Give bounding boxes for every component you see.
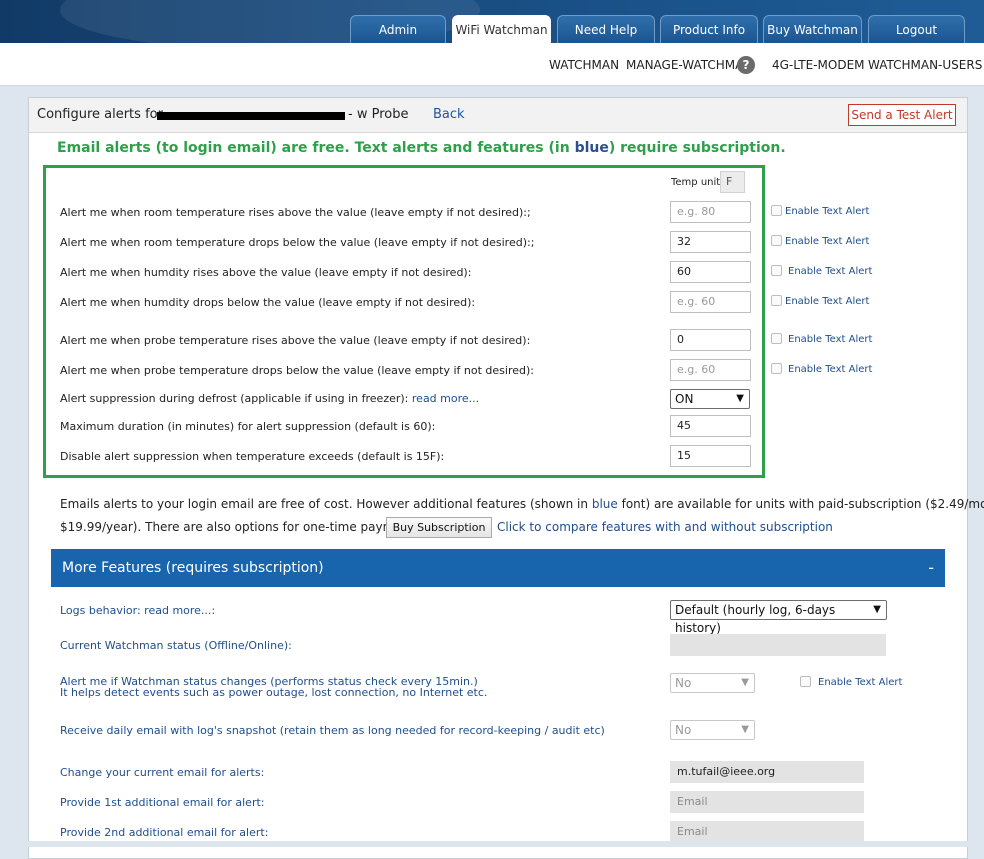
subnav-4g-lte-modem[interactable]: 4G-LTE-MODEM: [772, 58, 865, 72]
tab-product-info[interactable]: Product Info: [660, 15, 758, 43]
compare-features-link[interactable]: Click to compare features with and witho…: [497, 520, 833, 534]
info-line-2: $19.99/year). There are also options for…: [60, 520, 418, 534]
subnav-watchman[interactable]: WATCHMAN: [549, 58, 619, 72]
page-bottom-edge: [0, 841, 984, 847]
redacted-device-name: [157, 112, 345, 120]
more-features-header[interactable]: More Features (requires subscription) -: [51, 549, 945, 587]
back-link[interactable]: Back: [433, 107, 465, 122]
status-change-label-2: It helps detect events such as power out…: [60, 686, 488, 699]
enable-text-alert-label-5: Enable Text Alert: [788, 334, 873, 345]
notice-text-2: ) require subscription.: [608, 140, 786, 156]
info-text-1a: Emails alerts to your login email are fr…: [60, 497, 592, 511]
logs-label-text: Logs behavior:: [60, 604, 141, 617]
alert-label-probe-above: Alert me when probe temperature rises ab…: [60, 334, 531, 347]
enable-text-alert-label-2: Enable Text Alert: [785, 236, 870, 247]
collapse-icon[interactable]: -: [928, 558, 934, 577]
max-duration-label: Maximum duration (in minutes) for alert …: [60, 420, 436, 433]
temp-unit-field[interactable]: F: [720, 171, 745, 193]
defrost-selected-value: ON: [675, 392, 694, 406]
alert-label-room-below: Alert me when room temperature drops bel…: [60, 236, 535, 249]
defrost-read-more-link[interactable]: read more...: [412, 392, 479, 405]
room-below-input[interactable]: 32: [670, 231, 751, 253]
tab-wifi-watchman[interactable]: WiFi Watchman: [452, 15, 551, 43]
panel-header: Configure alerts for - w Probe Back Send…: [29, 98, 967, 133]
change-email-label: Change your current email for alerts:: [60, 766, 265, 779]
current-email-input[interactable]: m.tufail@ieee.org: [670, 761, 864, 783]
probe-above-input[interactable]: 0: [670, 329, 751, 351]
alert-label-humidity-below: Alert me when humdity drops below the va…: [60, 296, 476, 309]
text-alert-checkbox-1[interactable]: [771, 205, 782, 216]
additional-email-2-input[interactable]: Email: [670, 821, 864, 843]
subnav-manage-watchman[interactable]: MANAGE-WATCHMAN: [626, 58, 752, 72]
tab-need-help[interactable]: Need Help: [557, 15, 655, 43]
max-duration-input[interactable]: 45: [670, 415, 751, 437]
logs-read-more-link[interactable]: read more...: [144, 604, 211, 617]
logs-behavior-select[interactable]: Default (hourly log, 6-days history) ▼: [670, 600, 887, 635]
sub-nav: WATCHMAN MANAGE-WATCHMAN 4G-LTE-MODEM WA…: [0, 43, 984, 86]
alert-label-probe-below: Alert me when probe temperature drops be…: [60, 364, 534, 377]
tab-admin[interactable]: Admin: [350, 15, 446, 43]
additional-email-1-label: Provide 1st additional email for alert:: [60, 796, 265, 809]
chevron-down-icon: ▼: [741, 724, 749, 735]
additional-email-2-label: Provide 2nd additional email for alert:: [60, 826, 269, 839]
status-text-alert-checkbox[interactable]: [800, 676, 811, 687]
defrost-label-text: Alert suppression during defrost (applic…: [60, 392, 409, 405]
info-line-1: Emails alerts to your login email are fr…: [60, 497, 984, 511]
daily-email-value: No: [675, 723, 692, 737]
text-alert-checkbox-5[interactable]: [771, 333, 782, 344]
enable-text-alert-label-1: Enable Text Alert: [785, 206, 870, 217]
help-icon[interactable]: ?: [737, 56, 755, 74]
text-alert-checkbox-6[interactable]: [771, 363, 782, 374]
enable-text-alert-label-4: Enable Text Alert: [785, 296, 870, 307]
chevron-down-icon: ▼: [736, 393, 744, 404]
probe-suffix: - w Probe: [348, 107, 409, 122]
configure-label: Configure alerts for: [37, 107, 163, 122]
enable-text-alert-label-3: Enable Text Alert: [788, 266, 873, 277]
text-alert-checkbox-4[interactable]: [771, 295, 782, 306]
status-change-value: No: [675, 676, 692, 690]
text-alert-checkbox-3[interactable]: [771, 265, 782, 276]
info-blue-word: blue: [591, 497, 618, 511]
notice-blue-word: blue: [574, 140, 609, 156]
subscription-notice: Email alerts (to login email) are free. …: [57, 140, 786, 156]
more-features-title: More Features (requires subscription): [62, 560, 324, 576]
logs-colon: :: [211, 604, 216, 617]
temp-unit-label: Temp unit: [671, 177, 721, 188]
watchman-status-field: [670, 634, 886, 656]
logs-behavior-label: Logs behavior: read more...:: [60, 604, 215, 617]
subnav-watchman-users[interactable]: WATCHMAN-USERS: [868, 58, 982, 72]
tab-buy-watchman[interactable]: Buy Watchman: [763, 15, 862, 43]
notice-text-1: Email alerts (to login email) are free. …: [57, 140, 575, 156]
disable-suppression-label: Disable alert suppression when temperatu…: [60, 450, 445, 463]
daily-email-label: Receive daily email with log's snapshot …: [60, 724, 605, 737]
probe-below-input[interactable]: e.g. 60: [670, 359, 751, 381]
daily-email-select[interactable]: No ▼: [670, 720, 755, 740]
chevron-down-icon: ▼: [741, 677, 749, 688]
disable-suppression-input[interactable]: 15: [670, 445, 751, 467]
defrost-suppression-select[interactable]: ON ▼: [670, 389, 750, 409]
status-enable-text-alert-label: Enable Text Alert: [818, 677, 903, 688]
enable-text-alert-label-6: Enable Text Alert: [788, 364, 873, 375]
text-alert-checkbox-2[interactable]: [771, 235, 782, 246]
status-change-select[interactable]: No ▼: [670, 673, 755, 693]
send-test-alert-button[interactable]: Send a Test Alert: [848, 104, 956, 126]
watchman-status-label: Current Watchman status (Offline/Online)…: [60, 639, 292, 652]
additional-email-1-input[interactable]: Email: [670, 791, 864, 813]
tab-logout[interactable]: Logout: [868, 15, 965, 43]
buy-subscription-button[interactable]: Buy Subscription: [386, 517, 492, 538]
humidity-above-input[interactable]: 60: [670, 261, 751, 283]
alert-label-room-above: Alert me when room temperature rises abo…: [60, 206, 531, 219]
chevron-down-icon: ▼: [873, 604, 881, 615]
room-above-input[interactable]: e.g. 80: [670, 201, 751, 223]
info-text-1b: font) are available for units with paid-…: [617, 497, 984, 511]
alert-label-humidity-above: Alert me when humdity rises above the va…: [60, 266, 472, 279]
defrost-suppression-label: Alert suppression during defrost (applic…: [60, 392, 479, 405]
humidity-below-input[interactable]: e.g. 60: [670, 291, 751, 313]
